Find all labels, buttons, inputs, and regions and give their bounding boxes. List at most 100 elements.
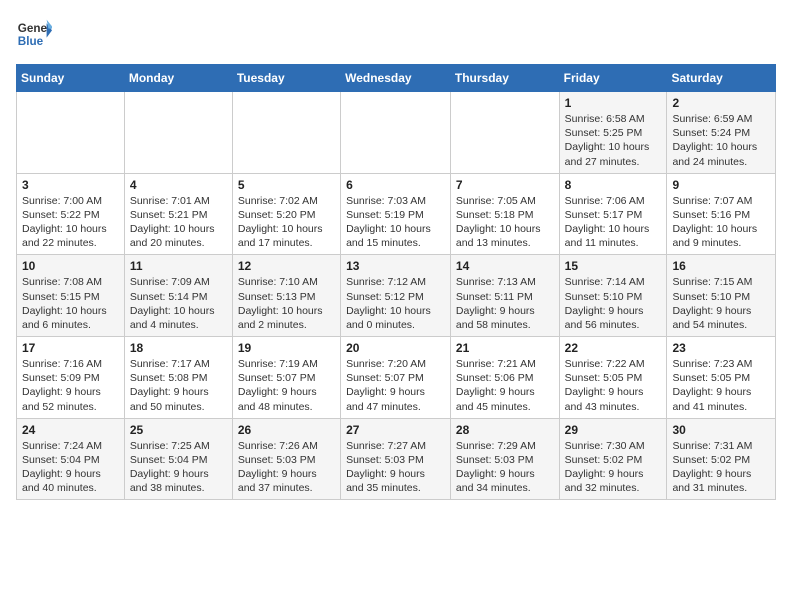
weekday-header: Tuesday bbox=[232, 65, 340, 92]
day-number: 15 bbox=[565, 259, 662, 273]
calendar-cell: 14 Sunrise: 7:13 AM Sunset: 5:11 PM Dayli… bbox=[450, 255, 559, 337]
calendar-header: SundayMondayTuesdayWednesdayThursdayFrid… bbox=[17, 65, 776, 92]
day-info: Sunrise: 7:20 AM Sunset: 5:07 PM Dayligh… bbox=[346, 357, 445, 414]
day-info: Sunrise: 7:26 AM Sunset: 5:03 PM Dayligh… bbox=[238, 439, 335, 496]
calendar-cell: 9Sunrise: 7:07 AM Sunset: 5:16 PM Daylig… bbox=[667, 173, 776, 255]
calendar-cell: 8 Sunrise: 7:06 AM Sunset: 5:17 PM Daylig… bbox=[559, 173, 667, 255]
day-info: Sunrise: 7:24 AM Sunset: 5:04 PM Dayligh… bbox=[22, 439, 119, 496]
day-info: Sunrise: 7:15 AM Sunset: 5:10 PM Dayligh… bbox=[672, 275, 770, 332]
day-number: 4 bbox=[130, 178, 227, 192]
calendar-cell: 23 Sunrise: 7:23 AM Sunset: 5:05 PM Dayli… bbox=[667, 337, 776, 419]
calendar-cell: 26 Sunrise: 7:26 AM Sunset: 5:03 PM Dayli… bbox=[232, 418, 340, 500]
calendar-cell: 15 Sunrise: 7:14 AM Sunset: 5:10 PM Dayli… bbox=[559, 255, 667, 337]
day-number: 21 bbox=[456, 341, 554, 355]
day-info: Sunrise: 7:16 AM Sunset: 5:09 PM Dayligh… bbox=[22, 357, 119, 414]
day-info: Sunrise: 7:23 AM Sunset: 5:05 PM Dayligh… bbox=[672, 357, 770, 414]
calendar-cell: 20 Sunrise: 7:20 AM Sunset: 5:07 PM Dayli… bbox=[341, 337, 451, 419]
calendar-cell: 11 Sunrise: 7:09 AM Sunset: 5:14 PM Dayli… bbox=[124, 255, 232, 337]
day-info: Sunrise: 7:12 AM Sunset: 5:12 PM Dayligh… bbox=[346, 275, 445, 332]
day-number: 8 bbox=[565, 178, 662, 192]
day-info: Sunrise: 7:01 AM Sunset: 5:21 PM Dayligh… bbox=[130, 194, 227, 251]
calendar-week-row: 24 Sunrise: 7:24 AM Sunset: 5:04 PM Dayli… bbox=[17, 418, 776, 500]
day-number: 13 bbox=[346, 259, 445, 273]
calendar-body: 1Sunrise: 6:58 AM Sunset: 5:25 PM Daylig… bbox=[17, 92, 776, 500]
day-info: Sunrise: 7:29 AM Sunset: 5:03 PM Dayligh… bbox=[456, 439, 554, 496]
calendar-week-row: 1Sunrise: 6:58 AM Sunset: 5:25 PM Daylig… bbox=[17, 92, 776, 174]
calendar-cell: 10 Sunrise: 7:08 AM Sunset: 5:15 PM Dayli… bbox=[17, 255, 125, 337]
calendar-cell: 24 Sunrise: 7:24 AM Sunset: 5:04 PM Dayli… bbox=[17, 418, 125, 500]
calendar-cell: 18 Sunrise: 7:17 AM Sunset: 5:08 PM Dayli… bbox=[124, 337, 232, 419]
weekday-header-row: SundayMondayTuesdayWednesdayThursdayFrid… bbox=[17, 65, 776, 92]
weekday-header: Monday bbox=[124, 65, 232, 92]
calendar-cell: 17 Sunrise: 7:16 AM Sunset: 5:09 PM Dayli… bbox=[17, 337, 125, 419]
day-number: 16 bbox=[672, 259, 770, 273]
day-info: Sunrise: 6:59 AM Sunset: 5:24 PM Dayligh… bbox=[672, 112, 770, 169]
day-info: Sunrise: 7:00 AM Sunset: 5:22 PM Dayligh… bbox=[22, 194, 119, 251]
day-info: Sunrise: 7:02 AM Sunset: 5:20 PM Dayligh… bbox=[238, 194, 335, 251]
day-info: Sunrise: 7:13 AM Sunset: 5:11 PM Dayligh… bbox=[456, 275, 554, 332]
day-info: Sunrise: 7:31 AM Sunset: 5:02 PM Dayligh… bbox=[672, 439, 770, 496]
day-info: Sunrise: 7:30 AM Sunset: 5:02 PM Dayligh… bbox=[565, 439, 662, 496]
day-info: Sunrise: 7:25 AM Sunset: 5:04 PM Dayligh… bbox=[130, 439, 227, 496]
calendar-cell: 6Sunrise: 7:03 AM Sunset: 5:19 PM Daylig… bbox=[341, 173, 451, 255]
calendar-cell: 2 Sunrise: 6:59 AM Sunset: 5:24 PM Daylig… bbox=[667, 92, 776, 174]
weekday-header: Saturday bbox=[667, 65, 776, 92]
calendar-cell: 30 Sunrise: 7:31 AM Sunset: 5:02 PM Dayli… bbox=[667, 418, 776, 500]
calendar-table: SundayMondayTuesdayWednesdayThursdayFrid… bbox=[16, 64, 776, 500]
day-number: 2 bbox=[672, 96, 770, 110]
weekday-header: Friday bbox=[559, 65, 667, 92]
day-info: Sunrise: 7:08 AM Sunset: 5:15 PM Dayligh… bbox=[22, 275, 119, 332]
calendar-cell: 1Sunrise: 6:58 AM Sunset: 5:25 PM Daylig… bbox=[559, 92, 667, 174]
day-number: 1 bbox=[565, 96, 662, 110]
logo-icon: General Blue bbox=[16, 16, 52, 52]
day-number: 19 bbox=[238, 341, 335, 355]
calendar-cell: 19Sunrise: 7:19 AM Sunset: 5:07 PM Dayli… bbox=[232, 337, 340, 419]
day-number: 18 bbox=[130, 341, 227, 355]
calendar-cell: 28 Sunrise: 7:29 AM Sunset: 5:03 PM Dayli… bbox=[450, 418, 559, 500]
day-number: 30 bbox=[672, 423, 770, 437]
day-number: 7 bbox=[456, 178, 554, 192]
day-info: Sunrise: 7:03 AM Sunset: 5:19 PM Dayligh… bbox=[346, 194, 445, 251]
day-number: 29 bbox=[565, 423, 662, 437]
weekday-header: Thursday bbox=[450, 65, 559, 92]
day-number: 26 bbox=[238, 423, 335, 437]
day-info: Sunrise: 7:17 AM Sunset: 5:08 PM Dayligh… bbox=[130, 357, 227, 414]
day-number: 24 bbox=[22, 423, 119, 437]
day-info: Sunrise: 7:09 AM Sunset: 5:14 PM Dayligh… bbox=[130, 275, 227, 332]
day-info: Sunrise: 7:22 AM Sunset: 5:05 PM Dayligh… bbox=[565, 357, 662, 414]
calendar-week-row: 17 Sunrise: 7:16 AM Sunset: 5:09 PM Dayli… bbox=[17, 337, 776, 419]
page-header: General Blue bbox=[16, 16, 776, 52]
calendar-cell bbox=[450, 92, 559, 174]
calendar-cell: 13 Sunrise: 7:12 AM Sunset: 5:12 PM Dayli… bbox=[341, 255, 451, 337]
day-info: Sunrise: 7:27 AM Sunset: 5:03 PM Dayligh… bbox=[346, 439, 445, 496]
day-number: 23 bbox=[672, 341, 770, 355]
calendar-week-row: 3 Sunrise: 7:00 AM Sunset: 5:22 PM Daylig… bbox=[17, 173, 776, 255]
calendar-week-row: 10 Sunrise: 7:08 AM Sunset: 5:15 PM Dayli… bbox=[17, 255, 776, 337]
calendar-cell: 4 Sunrise: 7:01 AM Sunset: 5:21 PM Daylig… bbox=[124, 173, 232, 255]
calendar-cell: 25 Sunrise: 7:25 AM Sunset: 5:04 PM Dayli… bbox=[124, 418, 232, 500]
day-info: Sunrise: 7:07 AM Sunset: 5:16 PM Dayligh… bbox=[672, 194, 770, 251]
day-info: Sunrise: 7:10 AM Sunset: 5:13 PM Dayligh… bbox=[238, 275, 335, 332]
day-number: 10 bbox=[22, 259, 119, 273]
day-number: 20 bbox=[346, 341, 445, 355]
calendar-cell: 12Sunrise: 7:10 AM Sunset: 5:13 PM Dayli… bbox=[232, 255, 340, 337]
weekday-header: Wednesday bbox=[341, 65, 451, 92]
day-info: Sunrise: 7:14 AM Sunset: 5:10 PM Dayligh… bbox=[565, 275, 662, 332]
calendar-cell: 27Sunrise: 7:27 AM Sunset: 5:03 PM Dayli… bbox=[341, 418, 451, 500]
calendar-cell bbox=[232, 92, 340, 174]
day-number: 17 bbox=[22, 341, 119, 355]
calendar-cell: 21Sunrise: 7:21 AM Sunset: 5:06 PM Dayli… bbox=[450, 337, 559, 419]
day-number: 11 bbox=[130, 259, 227, 273]
logo: General Blue bbox=[16, 16, 52, 52]
calendar-cell: 22Sunrise: 7:22 AM Sunset: 5:05 PM Dayli… bbox=[559, 337, 667, 419]
day-number: 3 bbox=[22, 178, 119, 192]
weekday-header: Sunday bbox=[17, 65, 125, 92]
day-number: 14 bbox=[456, 259, 554, 273]
calendar-cell: 3 Sunrise: 7:00 AM Sunset: 5:22 PM Daylig… bbox=[17, 173, 125, 255]
calendar-cell: 5Sunrise: 7:02 AM Sunset: 5:20 PM Daylig… bbox=[232, 173, 340, 255]
day-number: 28 bbox=[456, 423, 554, 437]
day-number: 25 bbox=[130, 423, 227, 437]
day-info: Sunrise: 7:05 AM Sunset: 5:18 PM Dayligh… bbox=[456, 194, 554, 251]
day-info: Sunrise: 7:06 AM Sunset: 5:17 PM Dayligh… bbox=[565, 194, 662, 251]
svg-text:Blue: Blue bbox=[18, 35, 44, 48]
